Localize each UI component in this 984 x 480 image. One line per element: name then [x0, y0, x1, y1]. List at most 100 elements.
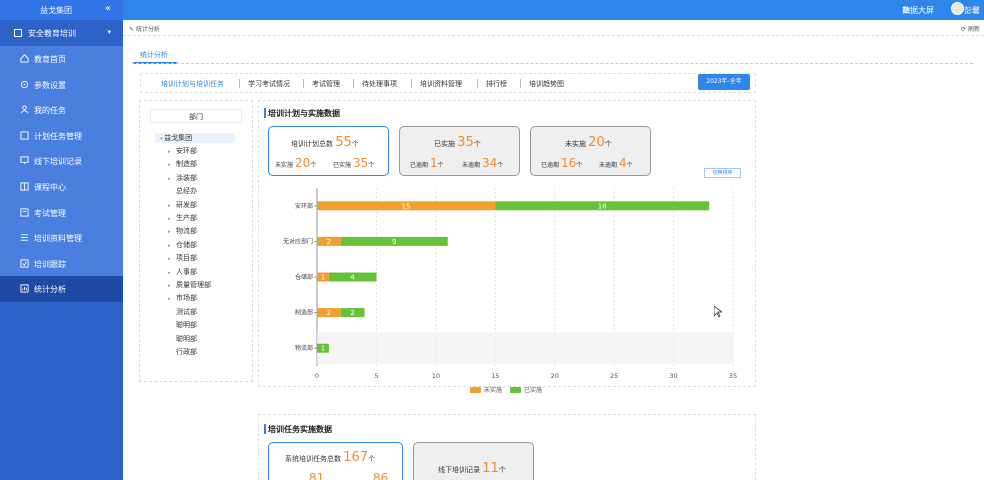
- subnav-tab[interactable]: 培训计划与培训任务: [161, 79, 224, 89]
- tree-node[interactable]: 聪明部: [168, 320, 197, 330]
- card-title: 培训计划总数: [291, 140, 333, 148]
- dept-tree-panel: 部门 ▾ 益戈集团 ▸ 安环部 ▸ 制造部 ▸ 涂装部 总经办 ▸ 研发部 ▸ 生产部 ▸ 物流部 ▸ 仓储…: [139, 100, 253, 382]
- sidebar-item[interactable]: 我的任务: [0, 97, 123, 123]
- data-label: 1: [321, 345, 325, 353]
- tree-node[interactable]: 总经办: [168, 186, 197, 196]
- refresh-button[interactable]: ⟳ 刷新: [961, 24, 980, 33]
- data-label: 2: [327, 309, 331, 317]
- caret-right-icon: ▸: [168, 269, 171, 276]
- tag-statistics[interactable]: ✎ 统计分析: [129, 24, 160, 33]
- tree-node[interactable]: ▸ 安环部: [168, 146, 197, 156]
- collapse-icon[interactable]: «: [105, 3, 111, 14]
- tree-node-label: 人事部: [176, 267, 197, 276]
- sidebar-item-label: 考试管理: [34, 208, 66, 218]
- data-screen-link[interactable]: 数据大屏: [902, 5, 934, 16]
- tree-node[interactable]: ▸ 研发部: [168, 200, 197, 210]
- divider: [131, 63, 973, 64]
- tree-node-label: 仓储部: [176, 240, 197, 249]
- sidebar-item-label: 计划任务管理: [34, 131, 82, 141]
- tree-node[interactable]: ▸ 制造部: [168, 159, 197, 169]
- caret-right-icon: ▸: [168, 229, 171, 236]
- tree-root-label: 益戈集团: [164, 134, 193, 142]
- hover-band: [317, 332, 733, 364]
- y-tick-label: 物流部: [295, 344, 313, 352]
- tree-node-label: 制造部: [176, 160, 197, 169]
- card-unit: 个: [497, 162, 504, 169]
- subnav-tab[interactable]: 培训资料管理: [420, 79, 462, 89]
- tree-node[interactable]: 聪明部: [168, 334, 197, 344]
- user-icon: [20, 105, 29, 114]
- card-right-value: 86: [373, 471, 389, 480]
- tree-node[interactable]: ▸ 物流部: [168, 226, 197, 236]
- card-plan-done[interactable]: 已实施 35个 已逾期 1个 未逾期 34个: [399, 126, 520, 176]
- subnav-tab[interactable]: 待处理事项: [362, 79, 397, 89]
- sidebar-item[interactable]: 考试管理: [0, 199, 123, 226]
- x-tick-label: 20: [551, 372, 559, 380]
- tree-node[interactable]: 测试部: [168, 307, 197, 317]
- tree-node-label: 行政部: [176, 348, 197, 356]
- sidebar-item[interactable]: 培训资料管理: [0, 225, 123, 251]
- chart-icon: [20, 284, 29, 293]
- mouse-cursor-icon: [714, 306, 722, 318]
- data-label: 2: [350, 309, 354, 317]
- subnav-divider: [411, 79, 412, 88]
- sidebar-item[interactable]: 统计分析: [0, 276, 123, 302]
- page-tab[interactable]: 统计分析: [140, 50, 168, 60]
- tree-root[interactable]: ▾ 益戈集团: [155, 133, 235, 143]
- sidebar-section[interactable]: 安全教育培训 ▾: [0, 20, 123, 46]
- monitor-icon: [20, 156, 29, 165]
- sub-nav: 培训计划与培训任务 学习考试情况 考试管理 待处理事项 培训资料管理 排行榜 培训趋势图: [140, 73, 756, 93]
- tree-node-label: 安环部: [176, 147, 197, 155]
- subnav-divider: [239, 79, 240, 88]
- subnav-divider: [353, 79, 354, 88]
- card-task-total[interactable]: 系统培训任务总数 167个 81 86: [268, 442, 403, 480]
- top-bar: ▥ 数据大屏 彭馨: [123, 0, 984, 20]
- subnav-tab[interactable]: 考试管理: [312, 79, 340, 89]
- sidebar-item[interactable]: 课程中心: [0, 173, 123, 200]
- sidebar-item-label: 参数设置: [34, 80, 66, 90]
- data-label: 18: [598, 202, 607, 210]
- card-unit: 个: [437, 162, 444, 169]
- tag-bar: ✎ 统计分析 ⟳ 刷新: [123, 20, 984, 36]
- plan-panel-title: 培训计划与实施数据: [264, 108, 340, 118]
- tree-node[interactable]: ▸ 人事部: [168, 267, 197, 277]
- track-icon: [20, 259, 29, 268]
- sidebar-item[interactable]: 参数设置: [0, 71, 123, 98]
- x-tick-label: 0: [315, 372, 319, 380]
- caret-right-icon: ▸: [168, 283, 171, 289]
- card-unit: 个: [498, 466, 506, 474]
- caret-right-icon: ▸: [168, 162, 171, 169]
- data-label: 15: [402, 202, 411, 210]
- subnav-tab[interactable]: 学习考试情况: [248, 79, 290, 89]
- tree-node[interactable]: 行政部: [168, 347, 197, 357]
- tree-node[interactable]: ▸ 项目部: [168, 253, 197, 263]
- user-name[interactable]: 彭馨: [964, 5, 980, 16]
- task-panel-title: 培训任务实施数据: [264, 424, 332, 434]
- card-left-value: 81: [309, 471, 325, 480]
- avatar[interactable]: [951, 2, 964, 15]
- tree-node[interactable]: ▸ 涂装部: [168, 173, 197, 183]
- card-offline-records[interactable]: 线下培训记录 11个: [413, 442, 534, 480]
- card-value: 11: [482, 461, 499, 476]
- data-label: 1: [321, 274, 325, 282]
- sidebar-item[interactable]: 线下培训记录: [0, 148, 123, 174]
- card-plan-total[interactable]: 培训计划总数 55个 未实施 20个 已实施 35个: [268, 126, 389, 176]
- card-right-value: 35: [352, 156, 369, 170]
- chevron-down-icon: ▾: [107, 28, 111, 36]
- subnav-divider: [477, 79, 478, 88]
- card-plan-undone[interactable]: 未实施 20个 已逾期 16个 未逾期 4个: [530, 126, 651, 176]
- sidebar-item[interactable]: 教育首页: [0, 46, 123, 72]
- card-right-label: 已实施: [333, 162, 352, 169]
- switch-sort-button[interactable]: 切换排序: [704, 168, 741, 178]
- sidebar-item[interactable]: 培训跟踪: [0, 250, 123, 277]
- sidebar-item[interactable]: 计划任务管理: [0, 122, 123, 149]
- tree-node-label: 测试部: [176, 307, 197, 316]
- subnav-tab[interactable]: 培训趋势图: [529, 79, 564, 89]
- tree-node[interactable]: ▸ 仓储部: [168, 240, 197, 250]
- subnav-tab[interactable]: 排行榜: [486, 79, 507, 89]
- tree-node[interactable]: ▸ 质量管理部: [168, 280, 211, 290]
- tree-node[interactable]: ▸ 市场部: [168, 293, 197, 303]
- tree-node[interactable]: ▸ 生产部: [168, 213, 197, 223]
- plan-bar-chart: 0 5 10 15 20 25 30 35 安环部 15 18 无对应部门 2 9 仓储部 1 4 制造部 2 2 物流…: [283, 188, 737, 394]
- year-select-button[interactable]: 2023年-全年: [698, 74, 750, 90]
